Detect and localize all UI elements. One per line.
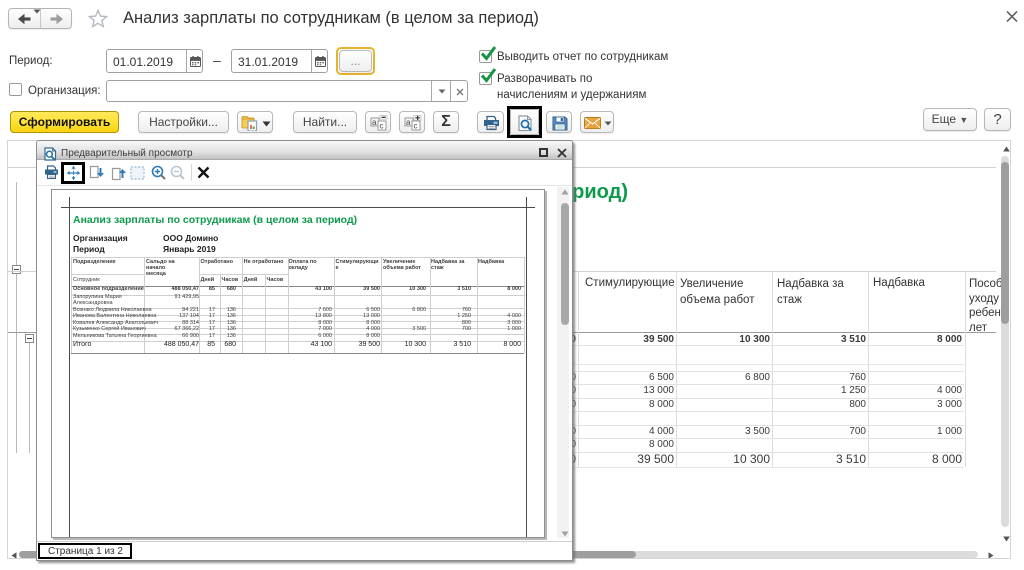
svg-text:с: с	[380, 122, 384, 131]
svg-text:с: с	[414, 122, 418, 131]
svg-text:а: а	[372, 118, 377, 127]
svg-text:а: а	[406, 118, 411, 127]
